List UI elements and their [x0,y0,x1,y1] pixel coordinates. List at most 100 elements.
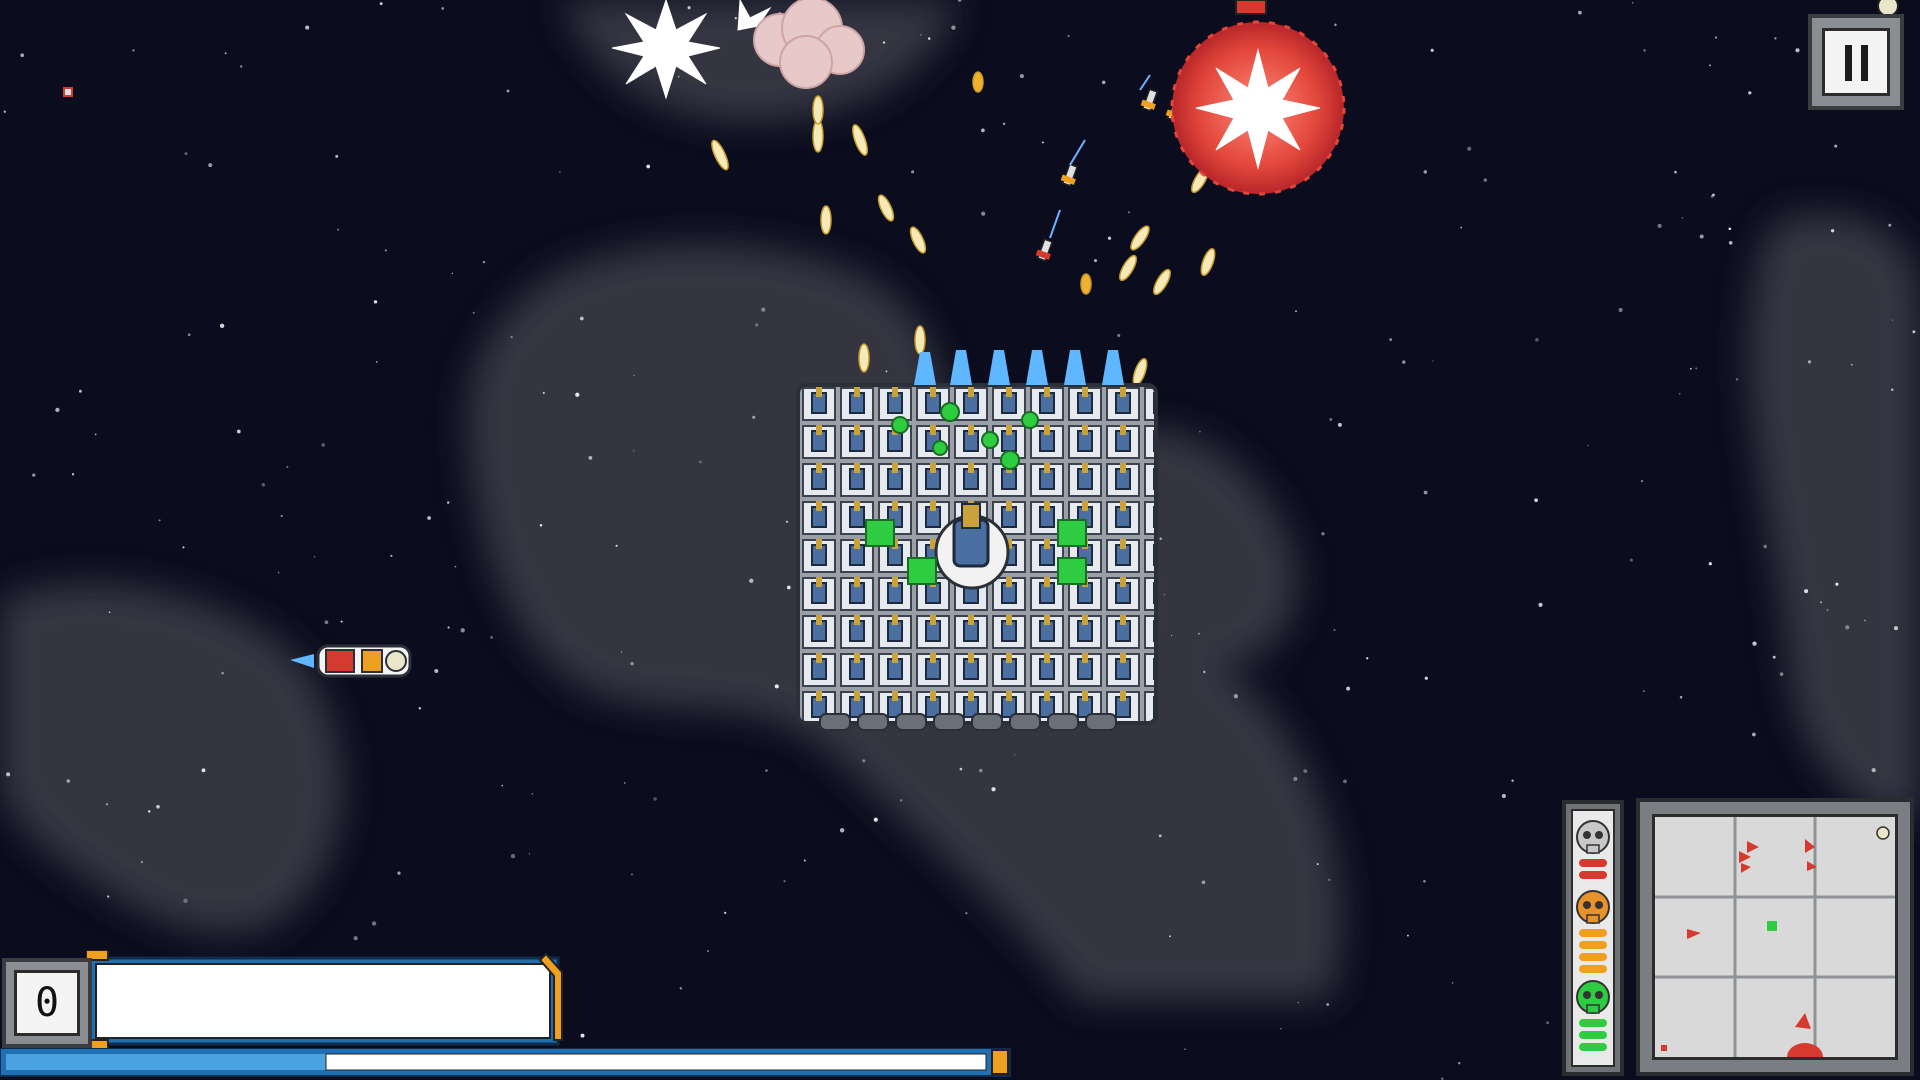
star [1321,532,1325,536]
star [1346,686,1351,691]
star [1795,48,1800,53]
score-value: 0 [14,970,80,1036]
star [1163,593,1166,596]
star [132,49,135,52]
minimap[interactable] [1636,798,1914,1076]
star [1830,229,1835,233]
star [482,260,486,264]
star [472,311,475,314]
pause-button[interactable] [1808,14,1904,110]
star [1337,422,1342,427]
star [277,571,280,574]
star [623,782,626,784]
star [1912,330,1916,334]
star [927,37,931,40]
star [1534,498,1538,503]
star [451,272,454,275]
skull-icon-grey [1576,820,1610,854]
star [959,767,963,771]
star [699,460,702,464]
star [55,407,60,413]
star [1013,754,1016,756]
star [965,911,968,915]
game-scene [0,0,1920,1080]
star [1535,338,1539,342]
star [1643,49,1646,52]
star [1107,236,1112,240]
star [397,871,401,875]
star [749,578,754,583]
star [1894,626,1898,631]
star [187,333,191,337]
pause-icon[interactable] [1822,28,1890,96]
star [379,2,383,5]
star [1093,259,1098,263]
star [447,501,450,504]
star [1679,393,1681,395]
star [785,520,789,523]
star [1451,982,1454,984]
star [783,880,786,883]
star [3,110,7,113]
star [1457,1061,1461,1065]
star [1184,1048,1186,1050]
star [1326,1003,1330,1006]
star [321,443,325,447]
star [147,810,151,813]
star [1735,377,1739,381]
star [1423,170,1428,174]
star [786,585,791,590]
star [1546,1021,1549,1025]
star [1763,544,1767,549]
star [140,860,144,864]
star [1233,694,1239,699]
star [371,921,377,926]
star [653,797,657,801]
star [1127,211,1130,214]
star [677,75,680,78]
star [1197,632,1200,635]
star [1629,558,1633,562]
star [1101,80,1106,85]
star [724,911,727,915]
star [873,817,878,822]
minimap-player-marker [1767,921,1777,931]
star [353,936,358,941]
star [454,565,457,568]
star [1642,690,1645,692]
star [687,6,691,10]
star [1303,769,1308,774]
star [510,335,513,339]
star [219,323,225,328]
star [78,389,82,393]
star [1888,223,1892,227]
star [1333,628,1336,631]
star [1002,122,1006,125]
star [1467,146,1472,151]
star [1587,444,1589,447]
star [734,17,737,20]
star [951,25,956,30]
minimap-enemy-markers [1661,839,1823,1057]
star [441,7,444,10]
star [1834,144,1838,148]
star [1871,767,1876,773]
star [1389,338,1393,342]
star [1850,363,1853,366]
star [630,873,633,876]
star [280,514,283,517]
star [1681,216,1684,219]
star [1835,582,1839,586]
star [579,316,584,321]
star [1423,490,1428,495]
star [1826,609,1829,611]
star [1631,1,1634,4]
star [71,473,75,476]
star [900,799,903,802]
star [221,671,224,675]
star [1618,307,1623,313]
star [1728,240,1733,245]
star [158,519,161,522]
star [1280,1028,1282,1030]
star [376,361,378,363]
